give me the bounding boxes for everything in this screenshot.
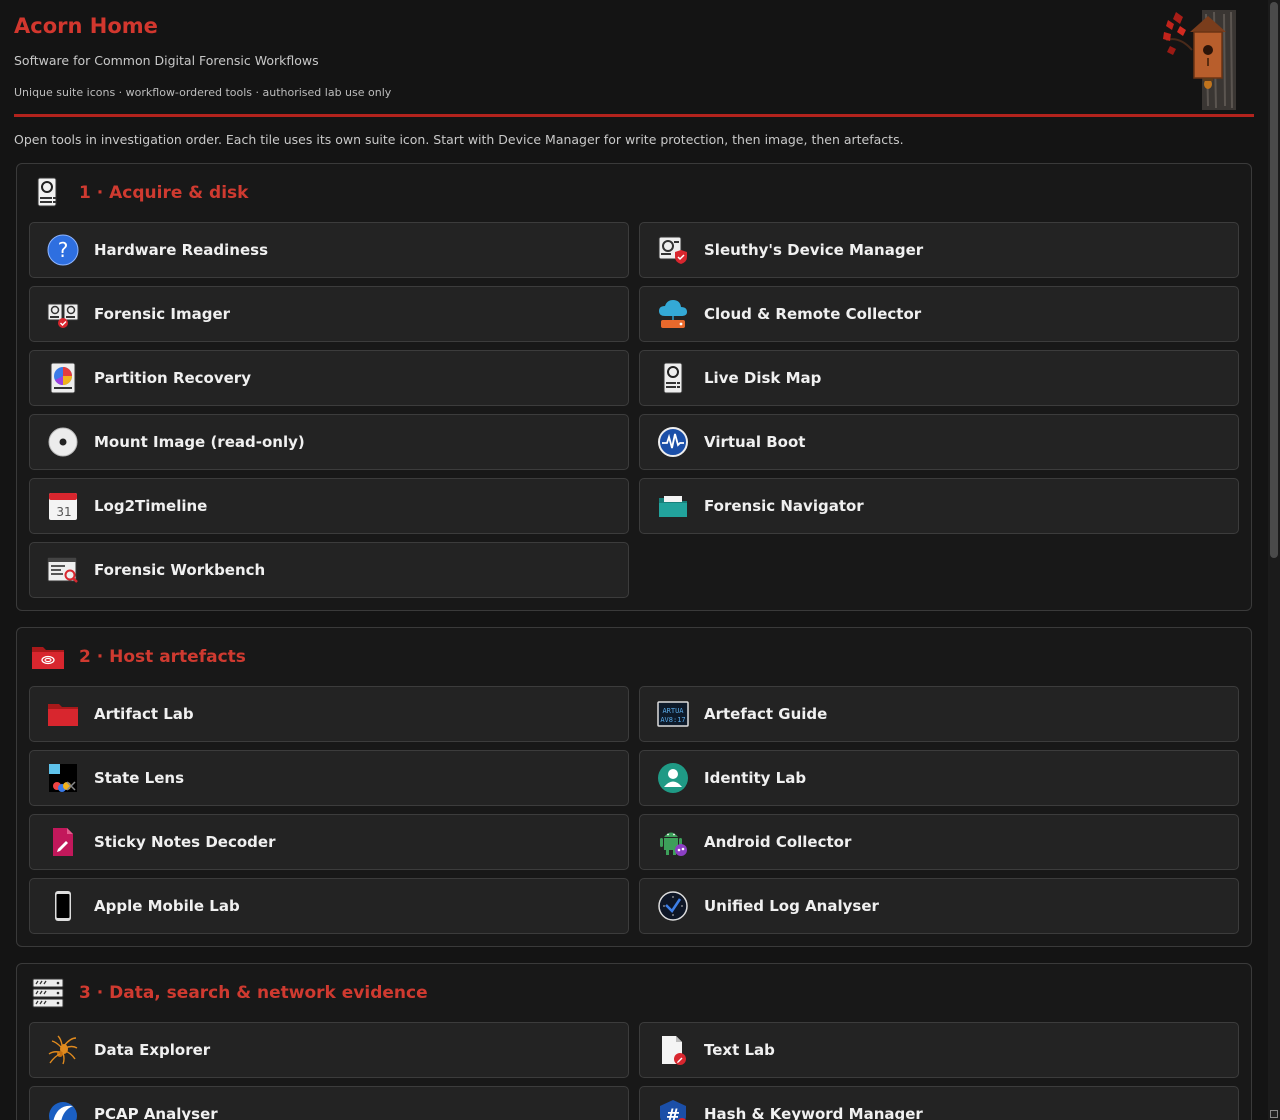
red-folder-icon <box>47 698 79 730</box>
user-icon <box>657 762 689 794</box>
phone-icon <box>47 890 79 922</box>
tile-label: Mount Image (read-only) <box>94 433 305 451</box>
tile-label: Forensic Navigator <box>704 497 864 515</box>
dual-drive-icon <box>47 298 79 330</box>
tile-label: Android Collector <box>704 833 852 851</box>
section-title: 2 · Host artefacts <box>79 647 246 667</box>
tile-label: Hardware Readiness <box>94 241 269 259</box>
section-host-artefacts: 2 · Host artefacts Artifact Lab ARTUA AV8… <box>16 627 1252 947</box>
pulse-icon <box>657 426 689 458</box>
page: Acorn Home Software for Common Digital F… <box>0 0 1268 1120</box>
tile-label: Forensic Workbench <box>94 561 266 579</box>
svg-text:AV8:17: AV8:17 <box>660 716 685 724</box>
tile-label: State Lens <box>94 769 184 787</box>
server-rack-icon <box>31 976 65 1010</box>
tile-label: Sleuthy's Device Manager <box>704 241 924 259</box>
birdhouse-logo-icon <box>1162 10 1244 110</box>
calendar-icon: 31 <box>47 490 79 522</box>
tile-artefact-guide[interactable]: ARTUA AV8:17 Artefact Guide <box>639 686 1239 742</box>
tile-virtual-boot[interactable]: Virtual Boot <box>639 414 1239 470</box>
header: Acorn Home Software for Common Digital F… <box>14 0 1254 117</box>
tile-forensic-navigator[interactable]: Forensic Navigator <box>639 478 1239 534</box>
tile-grid: Data Explorer Text Lab PCAP Analyser # H… <box>29 1022 1239 1120</box>
terminal-icon: ARTUA AV8:17 <box>657 698 689 730</box>
tile-log2timeline[interactable]: 31 Log2Timeline <box>29 478 629 534</box>
tile-sleuthys-device-manager[interactable]: Sleuthy's Device Manager <box>639 222 1239 278</box>
tile-label: Hash & Keyword Manager <box>704 1105 923 1120</box>
note-pen-icon <box>47 826 79 858</box>
svg-text:?: ? <box>58 238 69 262</box>
svg-text:31: 31 <box>56 505 71 519</box>
question-icon: ? <box>47 234 79 266</box>
pie-disk-icon <box>47 362 79 394</box>
intro-text: Open tools in investigation order. Each … <box>14 132 904 147</box>
red-folder-link-icon <box>31 640 65 674</box>
android-icon <box>657 826 689 858</box>
scrollbar-thumb[interactable] <box>1270 2 1278 558</box>
section-header: 1 · Acquire & disk <box>29 164 1239 222</box>
vertical-scrollbar[interactable] <box>1268 0 1280 1120</box>
hard-drive-icon <box>31 176 65 210</box>
tile-grid: Artifact Lab ARTUA AV8:17 Artefact Guide … <box>29 686 1239 934</box>
tile-android-collector[interactable]: Android Collector <box>639 814 1239 870</box>
tile-hardware-readiness[interactable]: ? Hardware Readiness <box>29 222 629 278</box>
tile-text-lab[interactable]: Text Lab <box>639 1022 1239 1078</box>
tile-apple-mobile-lab[interactable]: Apple Mobile Lab <box>29 878 629 934</box>
tile-label: Virtual Boot <box>704 433 806 451</box>
section-header: 2 · Host artefacts <box>29 628 1239 686</box>
tile-sticky-notes-decoder[interactable]: Sticky Notes Decoder <box>29 814 629 870</box>
tile-label: Cloud & Remote Collector <box>704 305 922 323</box>
tile-grid: ? Hardware Readiness Sleuthy's Device Ma… <box>29 222 1239 598</box>
tile-label: Artefact Guide <box>704 705 828 723</box>
tile-artifact-lab[interactable]: Artifact Lab <box>29 686 629 742</box>
tile-label: Partition Recovery <box>94 369 251 387</box>
tile-unified-log-analyser[interactable]: Unified Log Analyser <box>639 878 1239 934</box>
cloud-icon <box>657 298 689 330</box>
tile-forensic-imager[interactable]: Forensic Imager <box>29 286 629 342</box>
drive-icon <box>657 362 689 394</box>
svg-text:ARTUA: ARTUA <box>662 707 684 715</box>
tile-pcap-analyser[interactable]: PCAP Analyser <box>29 1086 629 1120</box>
tile-label: Live Disk Map <box>704 369 822 387</box>
app-subtitle: Software for Common Digital Forensic Wor… <box>14 53 319 68</box>
disc-icon <box>47 426 79 458</box>
state-lens-icon <box>47 762 79 794</box>
section-title: 3 · Data, search & network evidence <box>79 983 428 1003</box>
tile-label: Log2Timeline <box>94 497 208 515</box>
tile-cloud-remote-collector[interactable]: Cloud & Remote Collector <box>639 286 1239 342</box>
tile-label: Artifact Lab <box>94 705 194 723</box>
tile-live-disk-map[interactable]: Live Disk Map <box>639 350 1239 406</box>
app-tagline: Unique suite icons · workflow-ordered to… <box>14 86 392 99</box>
scroll-corner <box>1270 1110 1278 1118</box>
shark-fin-icon <box>47 1098 79 1120</box>
tile-forensic-workbench[interactable]: Forensic Workbench <box>29 542 629 598</box>
section-acquire-disk: 1 · Acquire & disk ? Hardware Readiness … <box>16 163 1252 611</box>
tile-label: Data Explorer <box>94 1041 211 1059</box>
spider-icon <box>47 1034 79 1066</box>
tile-partition-recovery[interactable]: Partition Recovery <box>29 350 629 406</box>
tile-label: Text Lab <box>704 1041 775 1059</box>
folder-icon <box>657 490 689 522</box>
tile-mount-image[interactable]: Mount Image (read-only) <box>29 414 629 470</box>
device-shield-icon <box>657 234 689 266</box>
section-title: 1 · Acquire & disk <box>79 183 249 203</box>
tile-identity-lab[interactable]: Identity Lab <box>639 750 1239 806</box>
hash-icon: # <box>657 1098 689 1120</box>
tile-label: Forensic Imager <box>94 305 231 323</box>
workbench-icon <box>47 554 79 586</box>
tile-label: Identity Lab <box>704 769 807 787</box>
tile-data-explorer[interactable]: Data Explorer <box>29 1022 629 1078</box>
tile-label: Sticky Notes Decoder <box>94 833 276 851</box>
tile-label: Apple Mobile Lab <box>94 897 240 915</box>
section-data-search-network: 3 · Data, search & network evidence Data… <box>16 963 1252 1120</box>
clock-check-icon <box>657 890 689 922</box>
svg-text:#: # <box>666 1106 680 1120</box>
tile-label: Unified Log Analyser <box>704 897 879 915</box>
section-header: 3 · Data, search & network evidence <box>29 964 1239 1022</box>
document-pen-icon <box>657 1034 689 1066</box>
tile-hash-keyword-manager[interactable]: # Hash & Keyword Manager <box>639 1086 1239 1120</box>
tile-state-lens[interactable]: State Lens <box>29 750 629 806</box>
app-title: Acorn Home <box>14 14 158 38</box>
tile-label: PCAP Analyser <box>94 1105 218 1120</box>
